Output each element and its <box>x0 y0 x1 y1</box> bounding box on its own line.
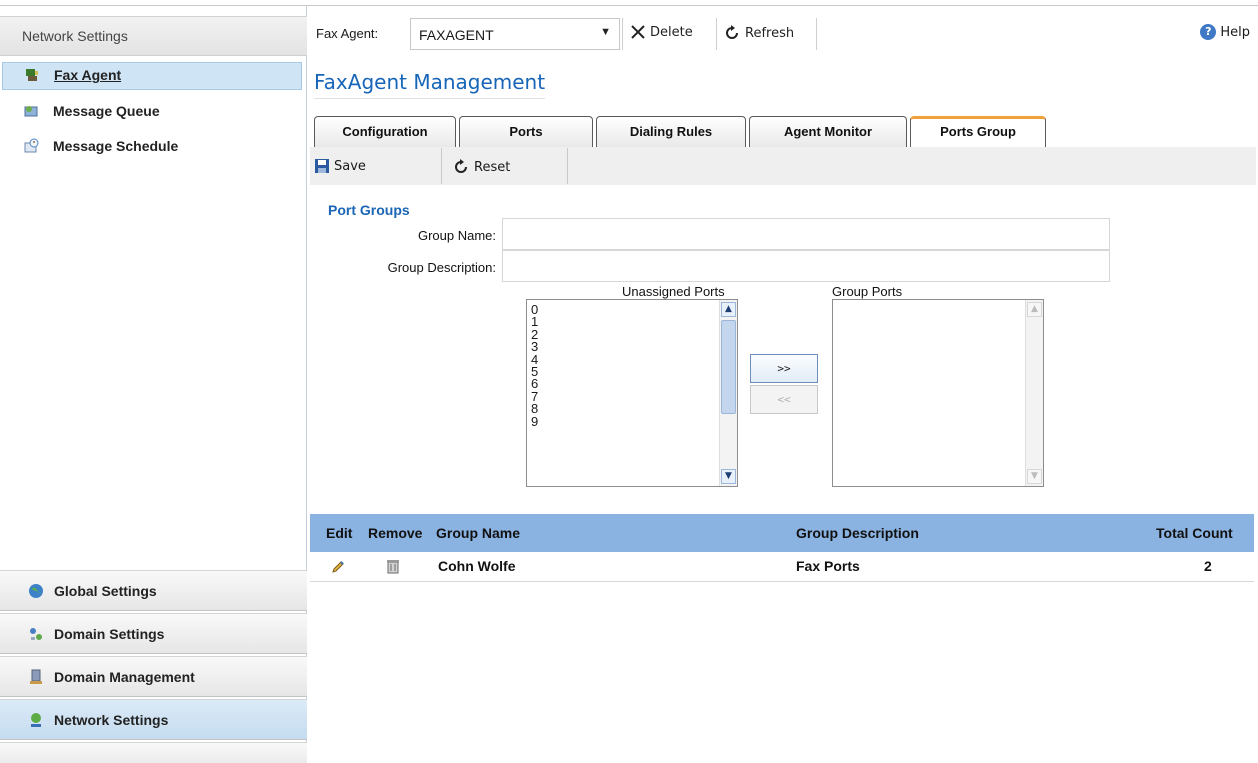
group-name-label: Group Name: <box>417 228 496 243</box>
delete-button[interactable]: Delete <box>630 24 693 40</box>
fax-agent-icon <box>26 69 38 81</box>
nav-domain-management[interactable]: Domain Management <box>0 656 307 697</box>
tab-configuration[interactable]: Configuration <box>314 116 456 147</box>
list-item[interactable]: 9 <box>531 414 538 428</box>
action-separator <box>567 148 568 184</box>
message-queue-icon <box>24 106 38 117</box>
sidebar-header: Network Settings <box>0 16 307 56</box>
unassigned-ports-list[interactable]: 0123456789 ▲ ▼ <box>526 299 738 487</box>
cell-group-name: Cohn Wolfe <box>438 558 516 574</box>
dropdown-arrow-icon: ▼ <box>600 26 611 38</box>
refresh-button[interactable]: Refresh <box>723 24 794 42</box>
group-description-input[interactable] <box>502 250 1110 282</box>
nav-label: Global Settings <box>54 582 157 599</box>
action-separator <box>441 148 442 184</box>
cell-group-description: Fax Ports <box>796 558 860 574</box>
toolbar-separator <box>622 18 623 50</box>
fax-agent-select[interactable]: FAXAGENT ▼ <box>410 18 620 50</box>
nav-global-settings[interactable]: Global Settings <box>0 570 307 611</box>
page-title: FaxAgent Management <box>314 70 546 99</box>
scroll-thumb[interactable] <box>721 320 736 414</box>
tab-dialing-rules[interactable]: Dialing Rules <box>596 116 746 147</box>
reset-label: Reset <box>474 159 511 175</box>
reset-icon <box>455 159 467 173</box>
reset-button[interactable]: Reset <box>452 158 510 176</box>
refresh-icon <box>726 25 738 39</box>
edit-pencil-icon[interactable] <box>330 559 346 575</box>
help-icon: ? <box>1200 24 1217 40</box>
delete-label: Delete <box>650 24 693 40</box>
section-title: Port Groups <box>328 202 410 218</box>
group-ports-scrollbar[interactable]: ▲ ▼ <box>1025 300 1043 486</box>
sidebar-item-fax-agent[interactable]: Fax Agent <box>2 62 302 90</box>
add-to-group-button[interactable]: >> <box>750 354 818 383</box>
nav-label: Domain Settings <box>54 625 165 642</box>
table-row: Cohn Wolfe Fax Ports 2 <box>310 552 1254 582</box>
domain-management-icon <box>30 669 42 684</box>
help-button[interactable]: ? Help <box>1200 24 1250 40</box>
save-icon <box>315 159 329 173</box>
tab-ports-group[interactable]: Ports Group <box>910 116 1046 147</box>
nav-domain-settings[interactable]: Domain Settings <box>0 613 307 654</box>
remove-from-group-button[interactable]: << <box>750 385 818 414</box>
scroll-up-icon[interactable]: ▲ <box>721 302 736 317</box>
scroll-down-icon[interactable]: ▼ <box>1027 469 1042 484</box>
message-schedule-icon <box>24 138 39 153</box>
trash-icon[interactable] <box>386 558 400 574</box>
sidebar-item-message-queue[interactable]: Message Queue <box>2 99 302 127</box>
nav-network-settings[interactable]: Network Settings <box>0 699 307 740</box>
toolbar-separator <box>716 18 717 50</box>
action-bar: Save Reset <box>310 147 1256 185</box>
group-description-label: Group Description: <box>387 260 496 275</box>
column-header-group-name[interactable]: Group Name <box>436 525 520 541</box>
unassigned-ports-label: Unassigned Ports <box>622 284 725 299</box>
column-header-edit[interactable]: Edit <box>326 525 352 541</box>
column-header-total-count[interactable]: Total Count <box>1156 525 1233 541</box>
fax-agent-select-value: FAXAGENT <box>419 27 494 43</box>
unassigned-scrollbar[interactable]: ▲ ▼ <box>719 300 737 486</box>
help-label: Help <box>1220 24 1250 40</box>
unassigned-ports-items: 0123456789 <box>531 303 538 428</box>
sidebar-item-message-schedule[interactable]: Message Schedule <box>2 134 302 162</box>
grid-header: Edit Remove Group Name Group Description… <box>310 514 1254 552</box>
group-ports-label: Group Ports <box>832 284 903 299</box>
nav-partial-item[interactable] <box>0 742 307 763</box>
group-ports-list[interactable]: ▲ ▼ <box>832 299 1044 487</box>
sidebar-item-label: Message Schedule <box>53 138 179 154</box>
network-settings-icon <box>31 712 41 727</box>
scroll-down-icon[interactable]: ▼ <box>721 469 736 484</box>
nav-label: Domain Management <box>54 668 195 685</box>
globe-icon <box>29 583 43 598</box>
column-header-group-description[interactable]: Group Description <box>796 525 919 541</box>
domain-settings-icon <box>30 627 42 640</box>
toolbar-separator <box>816 18 817 50</box>
tab-agent-monitor[interactable]: Agent Monitor <box>749 116 907 147</box>
cell-total-count: 2 <box>1204 558 1212 574</box>
nav-label: Network Settings <box>54 711 169 728</box>
save-button[interactable]: Save <box>314 158 366 174</box>
tab-ports[interactable]: Ports <box>459 116 593 147</box>
delete-icon <box>631 25 645 39</box>
save-label: Save <box>334 158 366 174</box>
scroll-up-icon[interactable]: ▲ <box>1027 302 1042 317</box>
sidebar-item-label: Message Queue <box>53 103 160 119</box>
left-sidebar: Network Settings Fax Agent Message Queue… <box>0 6 307 763</box>
group-name-input[interactable] <box>502 218 1110 250</box>
refresh-label: Refresh <box>745 25 795 41</box>
column-header-remove[interactable]: Remove <box>368 525 422 541</box>
top-toolbar: Fax Agent: FAXAGENT ▼ Delete Refresh ? H… <box>308 6 1258 57</box>
fax-agent-label: Fax Agent: <box>316 26 379 41</box>
sidebar-item-label: Fax Agent <box>54 67 122 83</box>
